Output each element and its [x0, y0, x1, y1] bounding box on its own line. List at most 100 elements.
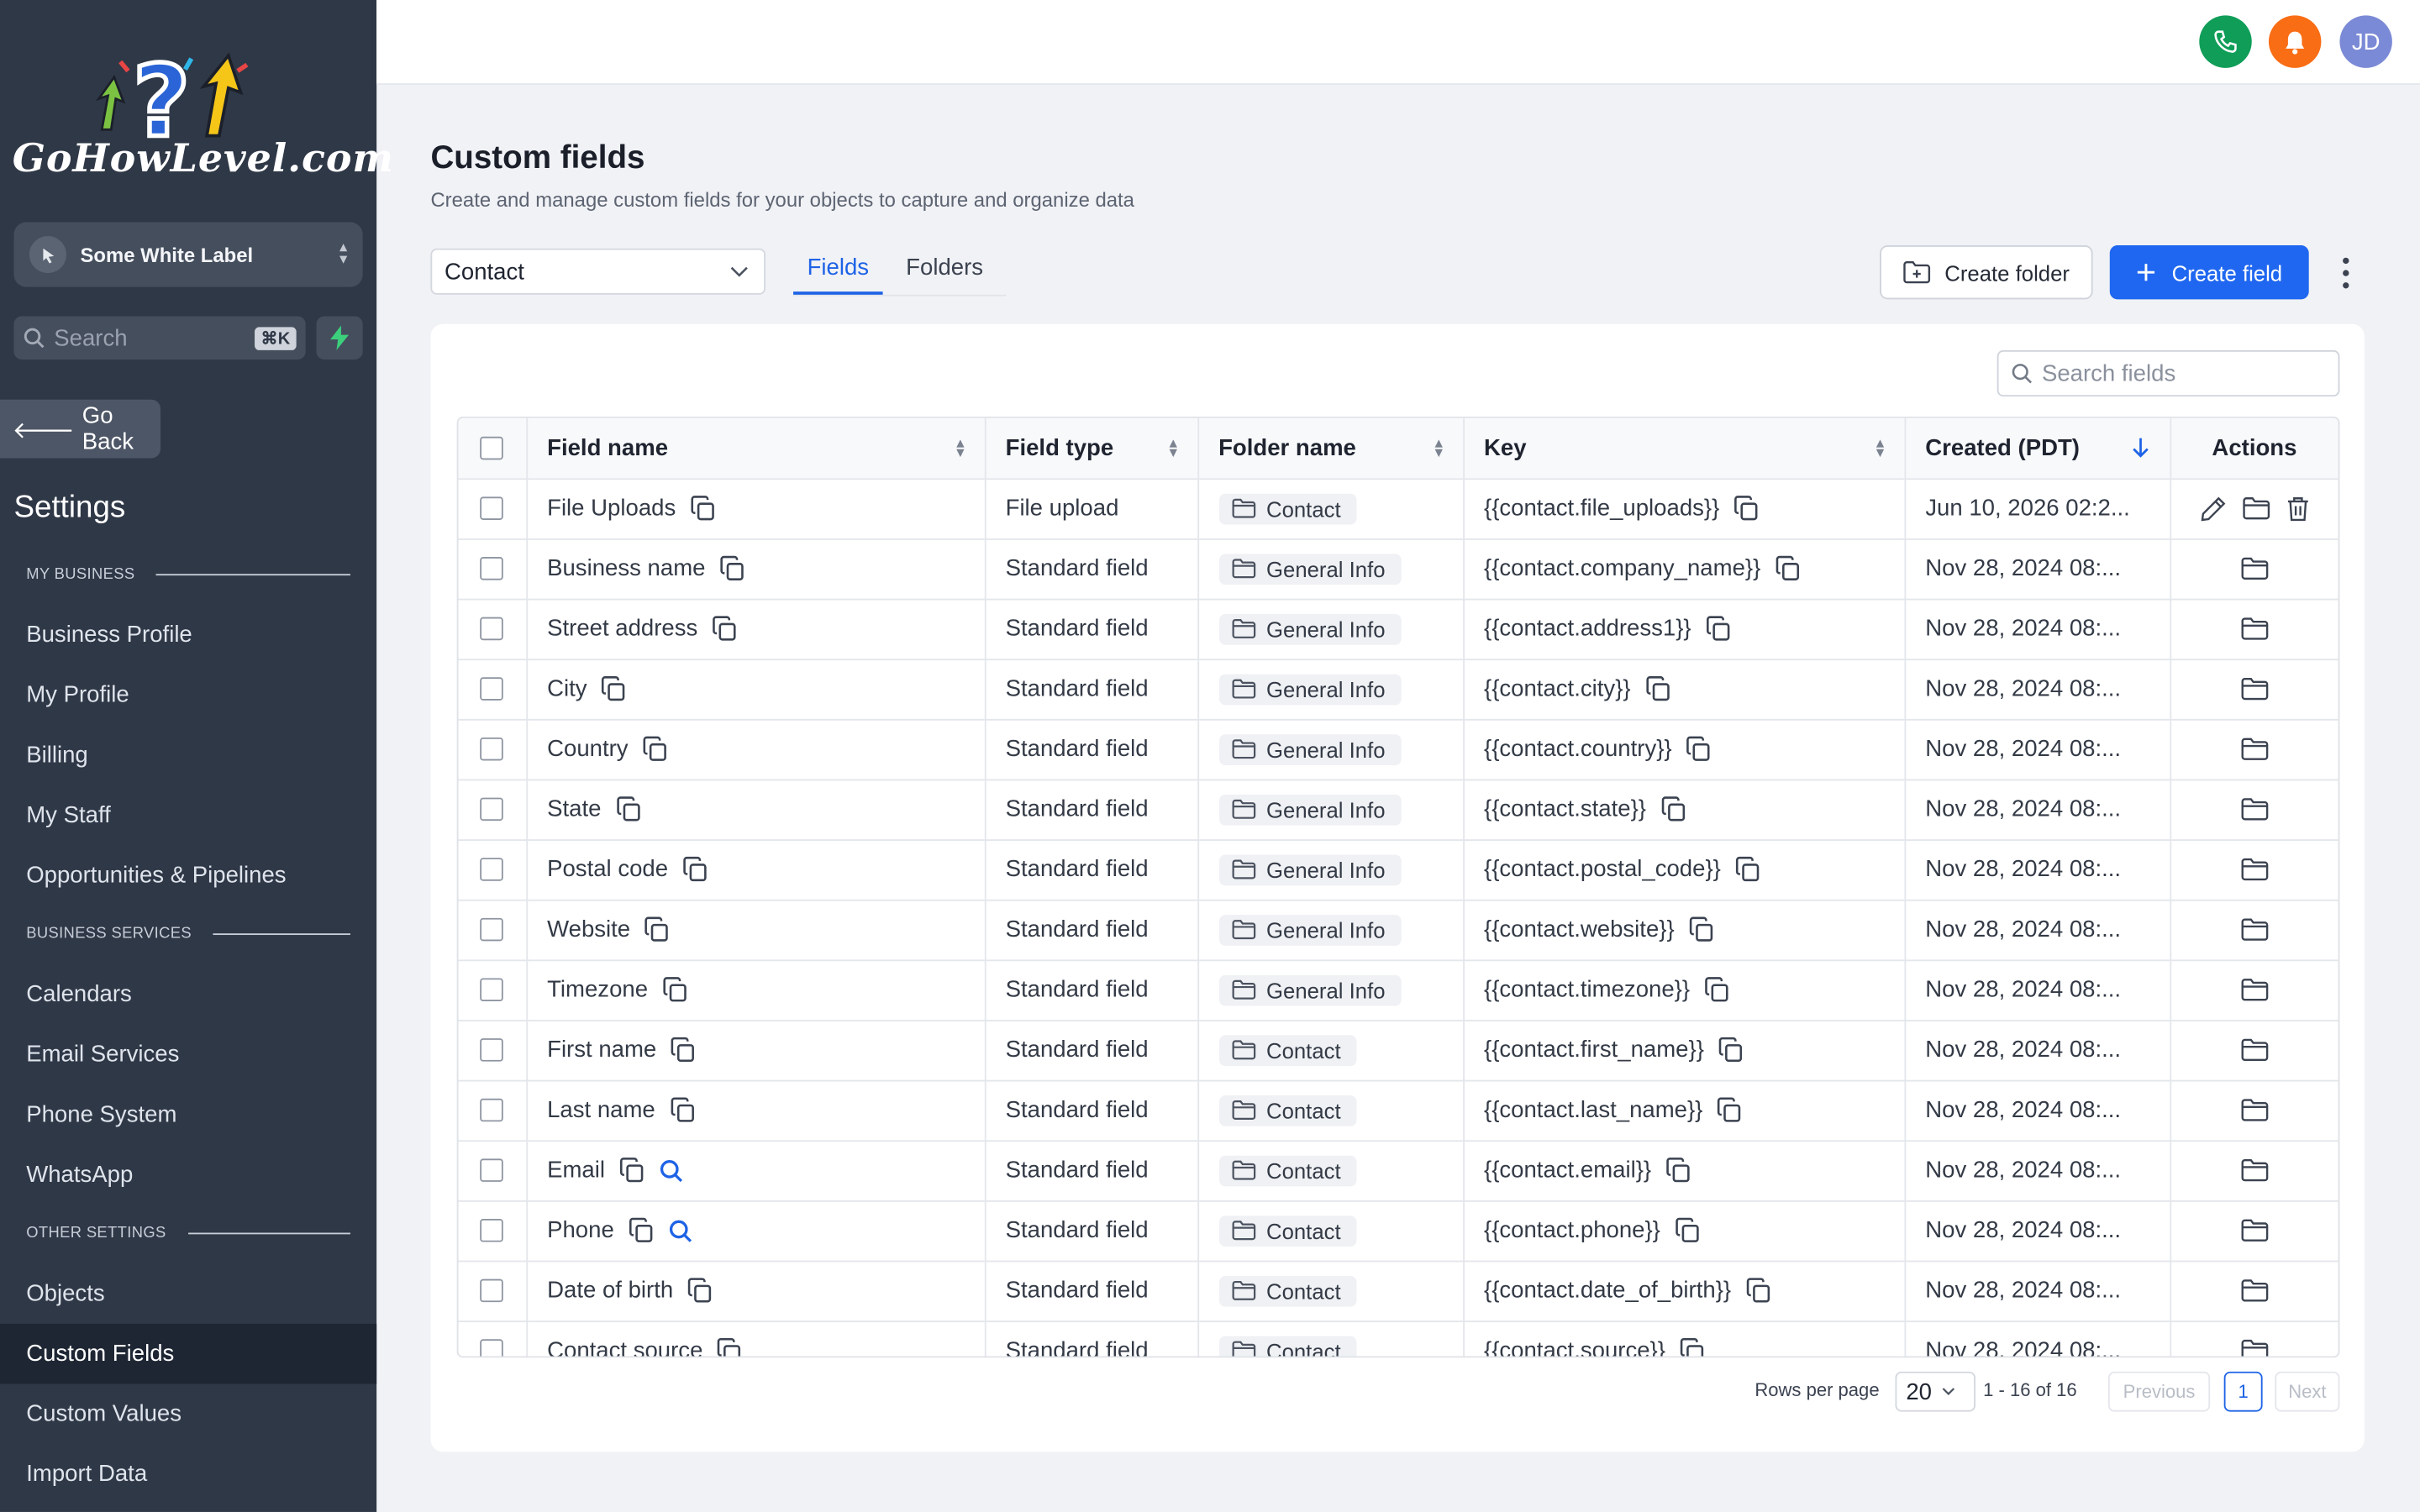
trash-icon[interactable]	[2286, 495, 2310, 522]
table-row[interactable]: Website Standard field General Info {{conta…	[458, 899, 2338, 961]
phone-button[interactable]	[2199, 15, 2252, 68]
copy-icon[interactable]	[1665, 1158, 1691, 1184]
table-row[interactable]: File Uploads File upload Contact {{contact.…	[458, 478, 2338, 539]
table-row[interactable]: City Standard field General Info {{contact.…	[458, 659, 2338, 720]
edit-pencil-icon[interactable]	[2199, 495, 2227, 522]
copy-icon[interactable]	[1717, 1097, 1743, 1123]
header-created[interactable]: Created (PDT)	[1904, 417, 2171, 480]
page-1-button[interactable]: 1	[2223, 1371, 2263, 1412]
sidebar-item-objects[interactable]: Objects	[0, 1263, 376, 1324]
row-checkbox[interactable]	[480, 1158, 504, 1182]
move-to-folder-icon[interactable]	[2240, 978, 2268, 1001]
header-field-name[interactable]: Field name ▴ ▾	[526, 417, 986, 480]
sidebar-search-input[interactable]: Search ⌘K	[13, 316, 306, 360]
more-options-button[interactable]	[2330, 253, 2361, 293]
brand-logo[interactable]: ? GoHowLevel.com	[13, 46, 393, 188]
move-to-folder-icon[interactable]	[2240, 918, 2268, 942]
copy-icon[interactable]	[717, 1337, 743, 1357]
row-checkbox[interactable]	[480, 617, 504, 641]
tab-fields[interactable]: Fields	[793, 244, 883, 295]
row-checkbox[interactable]	[480, 496, 504, 520]
table-row[interactable]: Street address Standard field General Info…	[458, 598, 2338, 660]
row-checkbox[interactable]	[480, 1278, 504, 1303]
copy-icon[interactable]	[628, 1217, 654, 1243]
table-row[interactable]: Email Standard field Contact {{contact.emai…	[458, 1140, 2338, 1201]
header-field-type[interactable]: Field type ▴ ▾	[984, 417, 1199, 480]
copy-icon[interactable]	[1734, 856, 1760, 882]
go-back-button[interactable]: 🡐 Go Back	[0, 399, 161, 459]
copy-icon[interactable]	[642, 736, 668, 762]
user-avatar[interactable]: JD	[2339, 15, 2392, 68]
header-key[interactable]: Key ▴ ▾	[1463, 417, 1906, 480]
table-row[interactable]: Date of birth Standard field Contact {{cont…	[458, 1260, 2338, 1322]
sidebar-item-phone-system[interactable]: Phone System	[0, 1084, 376, 1145]
copy-icon[interactable]	[1644, 675, 1670, 701]
table-row[interactable]: First name Standard field Contact {{contact…	[458, 1020, 2338, 1081]
table-row[interactable]: Phone Standard field Contact {{contact.phon…	[458, 1200, 2338, 1262]
move-to-folder-icon[interactable]	[2240, 557, 2268, 580]
account-switcher[interactable]: Some White Label ▴ ▾	[13, 222, 363, 287]
sidebar-item-custom-values[interactable]: Custom Values	[0, 1384, 376, 1445]
sidebar-item-whatsapp[interactable]: WhatsApp	[0, 1145, 376, 1205]
move-to-folder-icon[interactable]	[2240, 1219, 2268, 1242]
row-checkbox[interactable]	[480, 1098, 504, 1122]
row-checkbox[interactable]	[480, 1038, 504, 1062]
move-to-folder-icon[interactable]	[2240, 677, 2268, 701]
move-to-folder-icon[interactable]	[2240, 617, 2268, 641]
row-checkbox[interactable]	[480, 737, 504, 761]
row-checkbox[interactable]	[480, 557, 504, 580]
table-row[interactable]: Last name Standard field Contact {{contact.…	[458, 1079, 2338, 1142]
copy-icon[interactable]	[690, 496, 716, 522]
copy-icon[interactable]	[644, 916, 671, 942]
copy-icon[interactable]	[687, 1278, 713, 1304]
copy-icon[interactable]	[1704, 977, 1730, 1003]
table-row[interactable]: Contact source Standard field Contact {{con…	[458, 1320, 2338, 1357]
table-row[interactable]: Timezone Standard field General Info {{cont…	[458, 959, 2338, 1021]
header-folder-name[interactable]: Folder name ▴ ▾	[1197, 417, 1465, 480]
move-to-folder-icon[interactable]	[2240, 858, 2268, 881]
copy-icon[interactable]	[1680, 1337, 1706, 1357]
search-icon[interactable]	[659, 1158, 683, 1182]
notifications-button[interactable]	[2268, 15, 2322, 68]
copy-icon[interactable]	[1733, 496, 1760, 522]
sidebar-item-import-data[interactable]: Import Data	[0, 1444, 376, 1504]
copy-icon[interactable]	[669, 1097, 695, 1123]
copy-icon[interactable]	[1775, 555, 1801, 581]
create-field-button[interactable]: Create field	[2109, 245, 2309, 300]
sidebar-item-my-staff[interactable]: My Staff	[0, 785, 376, 846]
sidebar-item-my-profile[interactable]: My Profile	[0, 665, 376, 726]
copy-icon[interactable]	[682, 856, 708, 882]
copy-icon[interactable]	[619, 1158, 645, 1184]
table-row[interactable]: Postal code Standard field General Info {{c…	[458, 839, 2338, 900]
move-to-folder-icon[interactable]	[2240, 738, 2268, 761]
row-checkbox[interactable]	[480, 797, 504, 822]
object-select[interactable]: Contact	[430, 248, 766, 295]
sidebar-item-calendars[interactable]: Calendars	[0, 964, 376, 1025]
row-checkbox[interactable]	[480, 1218, 504, 1242]
copy-icon[interactable]	[1688, 916, 1714, 942]
previous-page-button[interactable]: Previous	[2107, 1371, 2211, 1412]
table-row[interactable]: State Standard field General Info {{contact…	[458, 779, 2338, 841]
quick-action-button[interactable]	[316, 316, 363, 360]
copy-icon[interactable]	[1745, 1278, 1771, 1304]
copy-icon[interactable]	[719, 555, 745, 581]
row-checkbox[interactable]	[480, 917, 504, 942]
copy-icon[interactable]	[671, 1037, 697, 1063]
table-row[interactable]: Country Standard field General Info {{conta…	[458, 718, 2338, 780]
row-checkbox[interactable]	[480, 1339, 504, 1357]
move-to-folder-icon[interactable]	[2240, 1038, 2268, 1062]
move-to-folder-icon[interactable]	[2240, 1279, 2268, 1303]
copy-icon[interactable]	[712, 616, 738, 642]
copy-icon[interactable]	[1686, 736, 1712, 762]
copy-icon[interactable]	[1705, 616, 1731, 642]
copy-icon[interactable]	[1718, 1037, 1744, 1063]
select-all-checkbox[interactable]	[480, 436, 504, 459]
tab-folders[interactable]: Folders	[892, 244, 997, 291]
copy-icon[interactable]	[1660, 796, 1686, 822]
move-to-folder-icon[interactable]	[2240, 798, 2268, 822]
move-to-folder-icon[interactable]	[2240, 1339, 2268, 1357]
move-to-folder-icon[interactable]	[2242, 496, 2270, 520]
copy-icon[interactable]	[615, 796, 641, 822]
copy-icon[interactable]	[662, 977, 688, 1003]
sidebar-item-billing[interactable]: Billing	[0, 725, 376, 785]
